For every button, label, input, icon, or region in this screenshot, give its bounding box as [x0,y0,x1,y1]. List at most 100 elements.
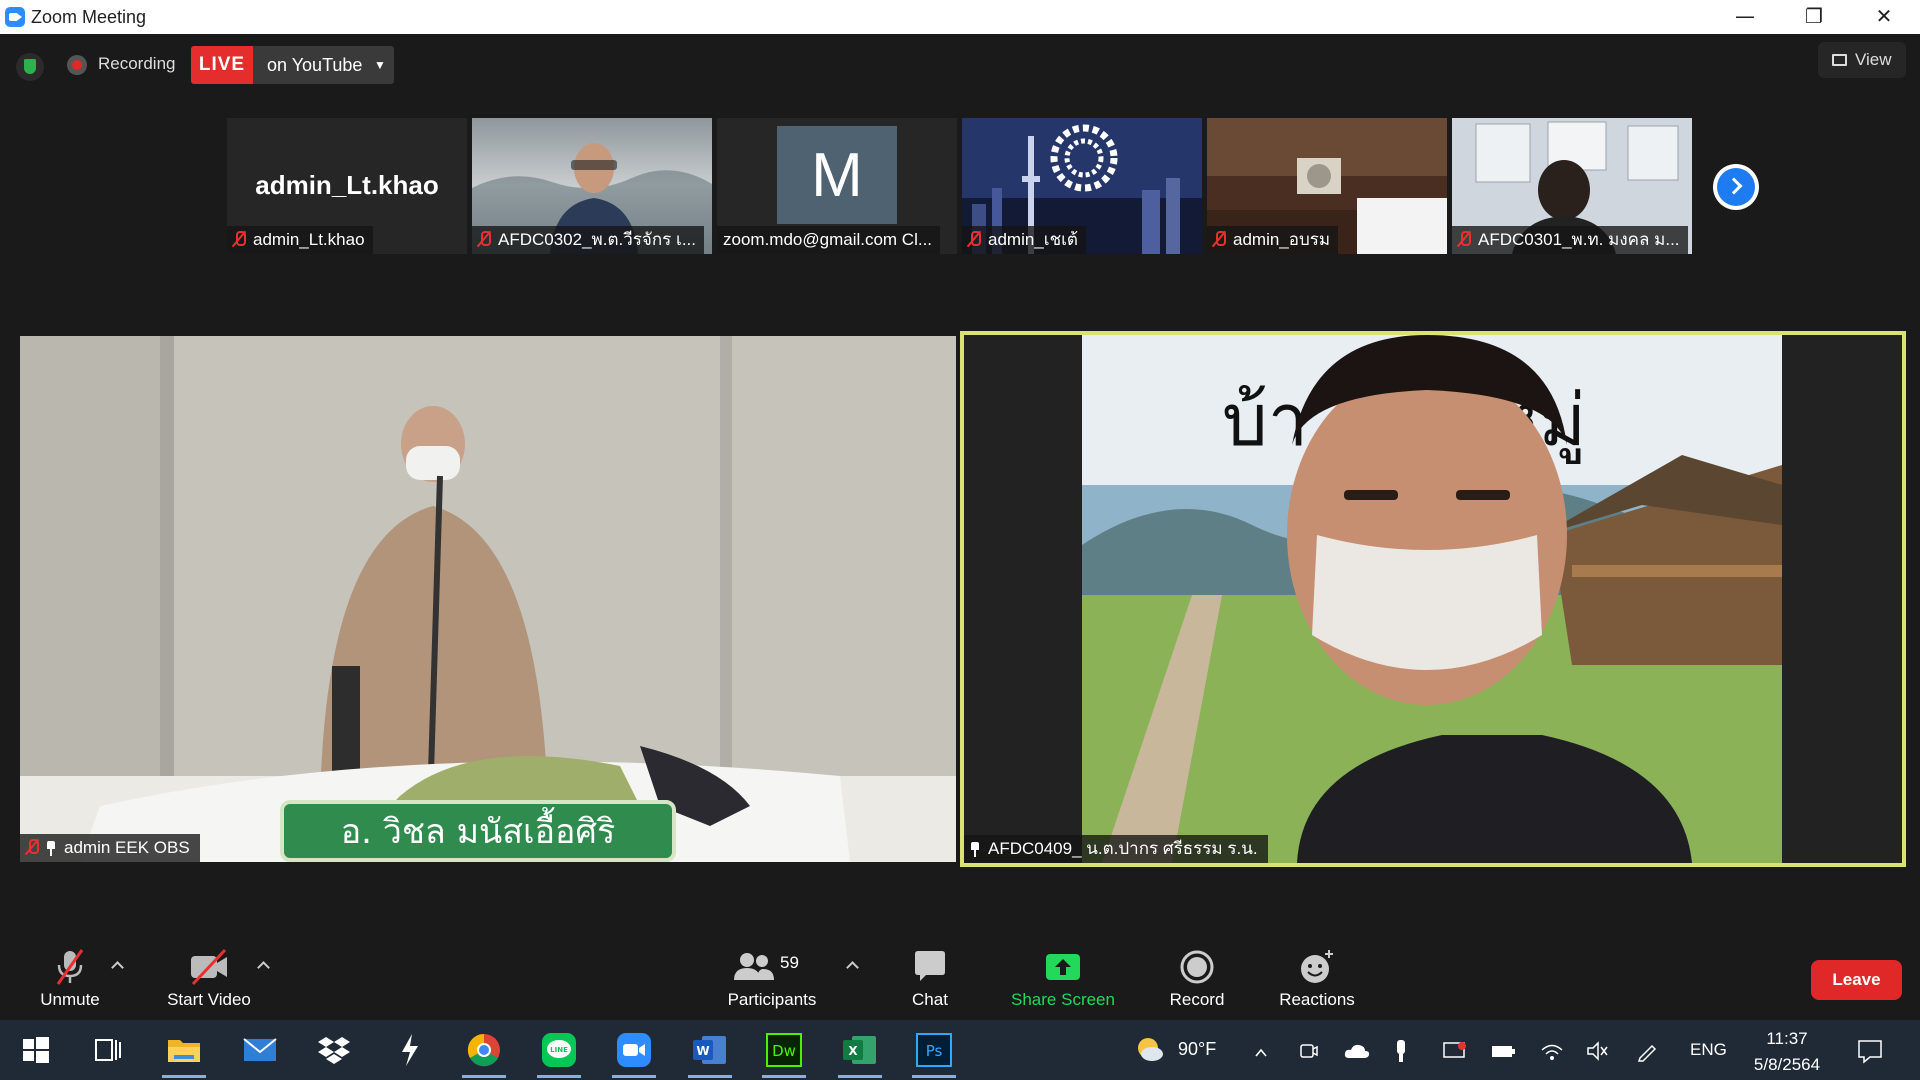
participant-video: อ. วิชล มนัสเอื้อศิริ [20,336,956,862]
wifi-icon[interactable] [1540,1040,1564,1062]
mail-icon[interactable] [238,1028,282,1072]
active-app-indicator [688,1075,732,1078]
participants-icon-group: 59 [732,948,812,986]
participants-options-caret[interactable] [845,958,859,972]
video-tile-right-active-speaker[interactable]: บ้า มนา หมู่ AFDC0409_ น.ต.ปากร ศรีธรรม … [960,331,1906,867]
participant-name-label: AFDC0302_พ.ต.วีรจักร เ... [472,226,705,254]
caret-down-icon[interactable]: ▼ [374,46,386,84]
participant-name: AFDC0409_ น.ต.ปากร ศรีธรรม ร.น. [988,839,1258,858]
chevron-right-icon [1725,177,1743,195]
notifications-icon[interactable] [1856,1038,1884,1064]
clock[interactable]: 11:37 5/8/2564 [1744,1026,1830,1078]
share-screen-icon [1044,948,1082,986]
title-bar [0,0,1920,34]
reactions-button[interactable]: Reactions [1272,948,1362,1016]
participant-name-label: zoom.mdo@gmail.com Cl... [717,226,941,254]
meet-now-icon[interactable] [1298,1040,1318,1062]
participants-label: Participants [727,990,817,1009]
volume-muted-icon[interactable] [1586,1040,1610,1062]
pen-icon[interactable] [1636,1040,1658,1062]
reactions-icon [1298,948,1336,986]
close-button[interactable]: ✕ [1849,0,1919,34]
audio-options-caret[interactable] [110,958,124,972]
restore-button[interactable]: ❐ [1779,0,1849,34]
avatar: M [777,126,897,224]
participant-thumbnail[interactable]: AFDC0301_พ.ท. มงคล ม... [1452,118,1692,254]
chat-button[interactable]: Chat [898,948,962,1016]
input-language[interactable]: ENG [1690,1040,1727,1060]
participant-name-label: AFDC0409_ น.ต.ปากร ศรีธรรม ร.น. [964,835,1268,863]
word-icon-text: W [696,1044,709,1058]
chrome-icon[interactable] [462,1028,506,1078]
pin-icon [46,841,56,856]
participant-thumbnail[interactable]: M zoom.mdo@gmail.com Cl... [717,118,957,254]
mic-muted-icon [1213,231,1226,247]
chevron-up-icon[interactable] [1254,1046,1268,1060]
zoom-icon[interactable] [612,1028,656,1078]
minimize-button[interactable]: — [1710,0,1780,34]
file-explorer-icon[interactable] [162,1028,206,1078]
participant-thumbnail[interactable]: admin_อบรม [1207,118,1447,254]
battery-icon[interactable] [1490,1042,1516,1060]
onedrive-icon[interactable] [1344,1042,1370,1060]
windows-start-icon[interactable] [14,1028,58,1072]
task-view-icon[interactable] [86,1028,130,1072]
active-app-indicator [762,1075,806,1078]
dreamweaver-icon[interactable]: Dw [762,1028,806,1078]
participants-count: 59 [780,953,799,972]
live-destination-label: on YouTube [267,55,363,75]
active-app-indicator [912,1075,956,1078]
participant-thumbnail[interactable]: admin_เชเต้ [962,118,1202,254]
recording-label[interactable]: Recording [98,54,176,74]
video-options-caret[interactable] [256,958,270,972]
participant-thumbnail[interactable]: AFDC0302_พ.ต.วีรจักร เ... [472,118,712,254]
line-icon[interactable]: LINE [537,1028,581,1078]
participant-name: admin_Lt.khao [253,230,365,249]
dreamweaver-icon-text: Dw [772,1042,796,1060]
mic-muted-icon [26,839,39,855]
dropbox-icon[interactable] [312,1028,356,1072]
participant-thumbnail[interactable]: admin_Lt.khao admin_Lt.khao [227,118,467,254]
start-video-button[interactable]: Start Video [156,948,262,1016]
mic-muted-icon [478,231,491,247]
start-video-label: Start Video [167,990,251,1009]
participants-icon [734,953,774,980]
app-icon[interactable] [388,1028,432,1072]
weather-temperature[interactable]: 90°F [1178,1039,1216,1060]
participant-video: บ้า มนา หมู่ [964,335,1902,863]
participant-name: zoom.mdo@gmail.com Cl... [723,230,933,249]
photoshop-icon[interactable]: Ps [912,1028,956,1078]
reactions-label: Reactions [1279,990,1355,1009]
view-button[interactable]: View [1818,42,1906,78]
record-button[interactable]: Record [1160,948,1234,1016]
windows-taskbar [0,1020,1920,1080]
unmute-button[interactable]: Unmute [30,948,110,1016]
participant-name-label: admin_Lt.khao [227,226,373,254]
mic-muted-icon [52,948,88,986]
usb-device-icon[interactable] [1394,1038,1408,1064]
share-screen-button[interactable]: Share Screen [1006,948,1120,1016]
active-app-indicator [612,1075,656,1078]
participant-name-label: admin EEK OBS [20,834,200,862]
mic-muted-icon [233,231,246,247]
display-icon[interactable] [1442,1040,1468,1062]
unmute-label: Unmute [40,990,100,1009]
excel-icon-text: X [848,1044,858,1058]
shield-check-icon[interactable] [16,53,44,81]
video-tile-left[interactable]: อ. วิชล มนัสเอื้อศิริ admin EEK OBS [20,336,956,862]
participant-name: admin_เชเต้ [988,230,1078,249]
weather-icon[interactable] [1134,1034,1166,1066]
excel-icon[interactable]: X [838,1028,882,1078]
active-app-indicator [162,1075,206,1078]
next-page-button[interactable] [1713,164,1759,210]
active-app-indicator [462,1075,506,1078]
live-destination-dropdown[interactable]: on YouTube [253,46,394,84]
clock-time: 11:37 [1766,1029,1808,1048]
leave-button[interactable]: Leave [1811,960,1902,1000]
video-off-icon [189,948,229,986]
share-screen-label: Share Screen [1011,990,1115,1009]
word-icon[interactable]: W [688,1028,732,1078]
participant-name-label: admin_เชเต้ [962,226,1086,254]
participants-button[interactable]: 59 Participants [716,948,828,1016]
zoom-app-icon [5,7,25,27]
